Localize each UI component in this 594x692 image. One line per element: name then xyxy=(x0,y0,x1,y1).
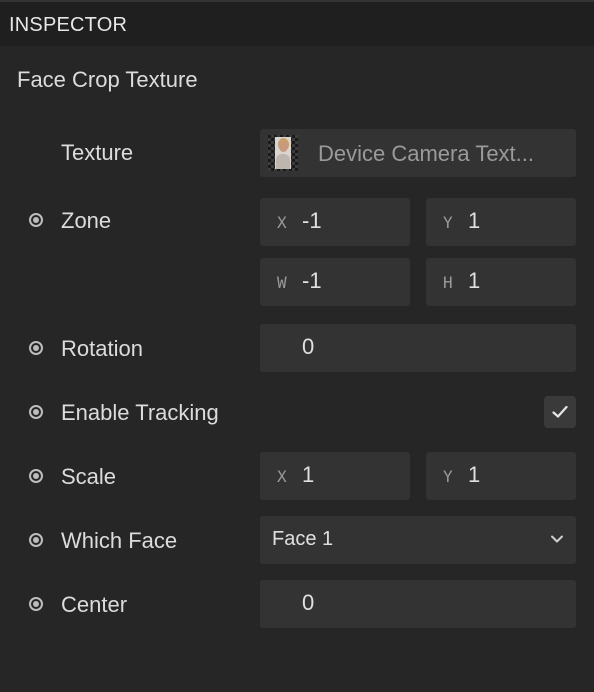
scale-x-field[interactable]: X 1 xyxy=(260,452,410,500)
zone-x-axis-label: X xyxy=(277,213,287,232)
enable-tracking-label: Enable Tracking xyxy=(61,400,219,425)
zone-w-field[interactable]: W -1 xyxy=(260,258,410,306)
radio-dot-icon[interactable] xyxy=(29,597,43,611)
zone-y-value: 1 xyxy=(468,208,481,233)
which-face-label: Which Face xyxy=(61,528,178,553)
texture-label: Texture xyxy=(61,140,134,165)
rotation-label: Rotation xyxy=(61,336,143,361)
which-face-select[interactable]: Face 1 xyxy=(260,516,576,564)
scale-y-value: 1 xyxy=(468,462,481,487)
which-face-value: Face 1 xyxy=(272,528,334,550)
inspector-title: INSPECTOR xyxy=(9,14,128,36)
scale-label: Scale xyxy=(61,464,117,489)
radio-dot-icon[interactable] xyxy=(29,469,43,483)
zone-w-axis-label: W xyxy=(277,273,287,292)
center-value: 0 xyxy=(302,590,315,615)
rotation-value: 0 xyxy=(302,334,315,359)
radio-dot-icon[interactable] xyxy=(29,213,43,227)
zone-h-axis-label: H xyxy=(443,273,453,292)
zone-h-field[interactable]: H 1 xyxy=(426,258,576,306)
enable-tracking-checkbox[interactable] xyxy=(544,396,576,428)
texture-picker[interactable]: Device Camera Text... xyxy=(260,129,576,177)
center-label: Center xyxy=(61,592,128,617)
scale-y-axis-label: Y xyxy=(443,467,453,486)
zone-y-field[interactable]: Y 1 xyxy=(426,198,576,246)
radio-dot-icon[interactable] xyxy=(29,341,43,355)
radio-dot-icon[interactable] xyxy=(29,533,43,547)
texture-value: Device Camera Text... xyxy=(318,141,535,166)
zone-x-value: -1 xyxy=(302,208,322,233)
zone-w-value: -1 xyxy=(302,268,322,293)
scale-y-field[interactable]: Y 1 xyxy=(426,452,576,500)
zone-y-axis-label: Y xyxy=(443,213,453,232)
check-icon xyxy=(552,405,568,418)
rotation-field[interactable]: 0 xyxy=(260,324,576,372)
inspector-panel: INSPECTOR Face Crop Texture Texture Devi… xyxy=(0,0,594,692)
radio-dot-icon[interactable] xyxy=(29,405,43,419)
zone-x-field[interactable]: X -1 xyxy=(260,198,410,246)
inspector-header: INSPECTOR xyxy=(0,2,594,46)
scale-x-value: 1 xyxy=(302,462,315,487)
texture-thumbnail xyxy=(268,135,298,171)
scale-x-axis-label: X xyxy=(277,467,287,486)
chevron-down-icon xyxy=(551,535,563,543)
center-field[interactable]: 0 xyxy=(260,580,576,628)
component-title: Face Crop Texture xyxy=(17,67,198,92)
zone-h-value: 1 xyxy=(468,268,481,293)
zone-label: Zone xyxy=(61,208,112,233)
